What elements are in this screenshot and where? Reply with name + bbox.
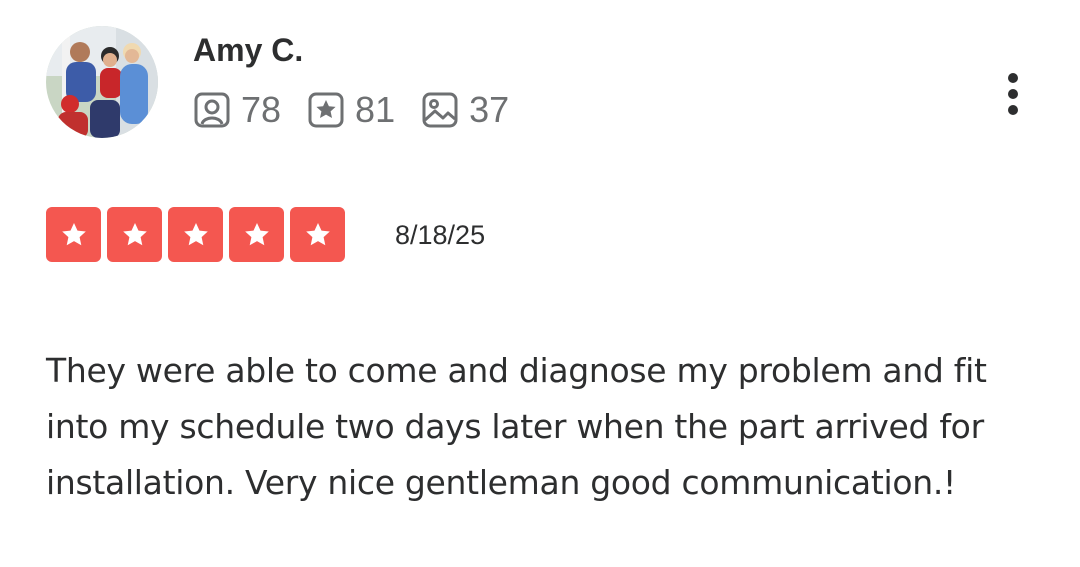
star-icon bbox=[122, 222, 147, 245]
photos-count: 37 bbox=[469, 89, 510, 130]
friends-stat: 78 bbox=[193, 88, 281, 132]
reviews-star-icon bbox=[307, 91, 345, 129]
rating-star bbox=[46, 207, 101, 262]
star-icon bbox=[61, 222, 86, 245]
friends-count: 78 bbox=[241, 89, 282, 130]
photos-icon bbox=[421, 91, 459, 129]
rating-star bbox=[229, 207, 284, 262]
more-vertical-icon bbox=[1008, 73, 1018, 115]
star-icon bbox=[305, 222, 330, 245]
rating-star bbox=[290, 207, 345, 262]
review-date: 8/18/25 bbox=[395, 220, 486, 250]
star-icon bbox=[183, 222, 208, 245]
user-name[interactable]: Amy C. bbox=[193, 30, 303, 70]
review-text: They were able to come and diagnose my p… bbox=[46, 351, 987, 502]
rating-star bbox=[107, 207, 162, 262]
photos-stat: 37 bbox=[421, 88, 509, 132]
friends-icon bbox=[193, 91, 231, 129]
star-icon bbox=[244, 222, 269, 245]
more-options-button[interactable] bbox=[996, 66, 1030, 122]
user-stats: 78 81 37 bbox=[193, 88, 535, 132]
reviews-count: 81 bbox=[355, 89, 396, 130]
avatar-photo bbox=[46, 26, 158, 138]
rating-star bbox=[168, 207, 223, 262]
star-rating bbox=[46, 207, 351, 262]
user-avatar[interactable] bbox=[46, 26, 158, 138]
reviews-stat: 81 bbox=[307, 88, 395, 132]
